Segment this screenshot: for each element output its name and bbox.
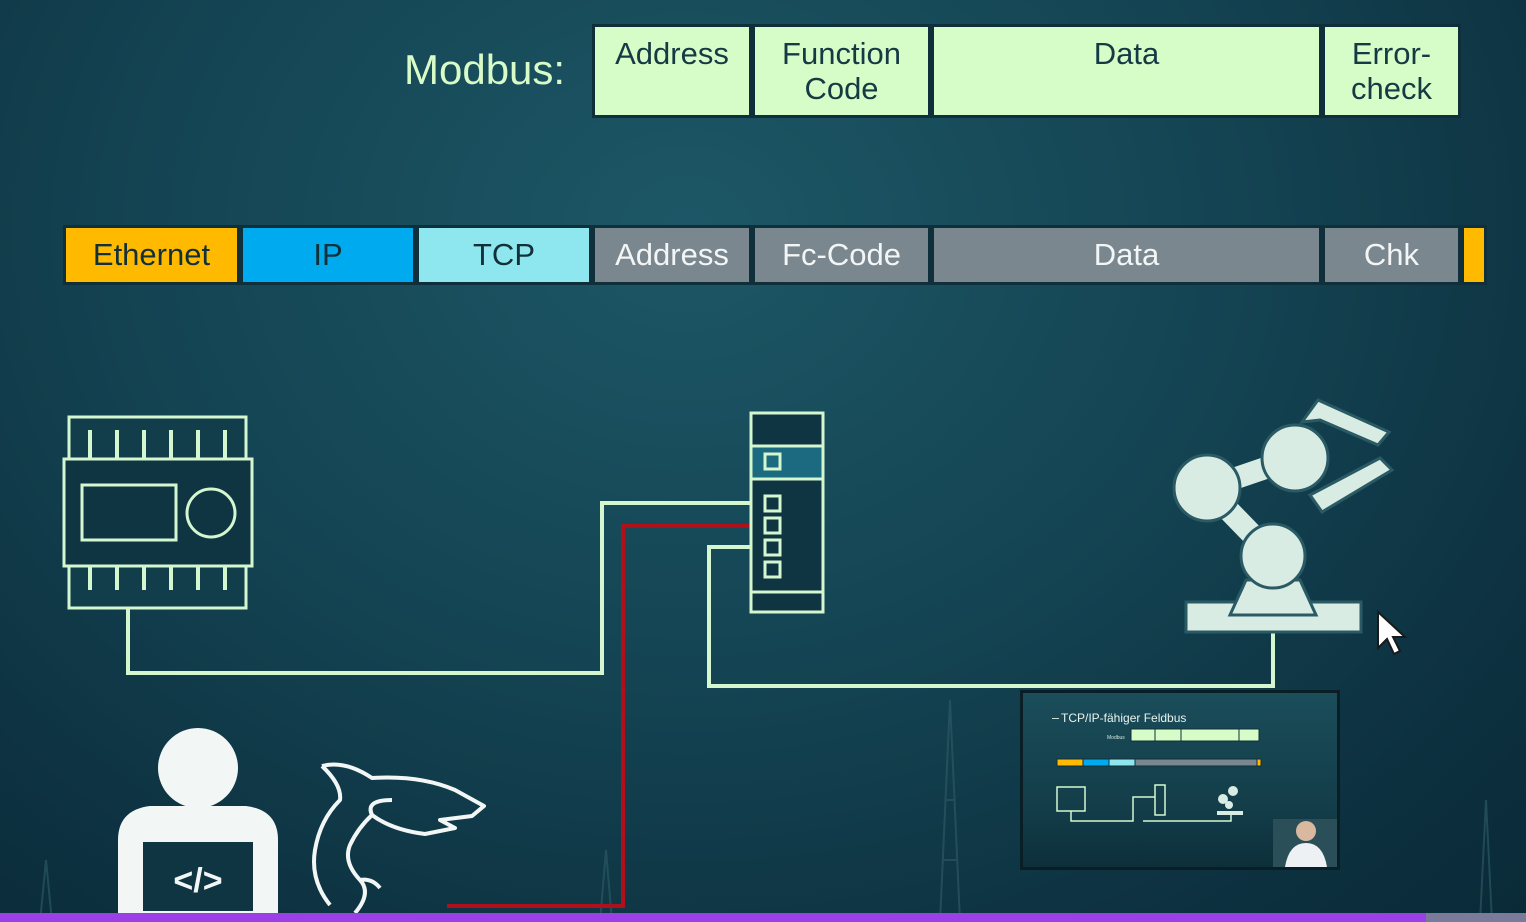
presenter-video-thumbnail[interactable]: TCP/IP-fähiger Feldbus Modbus xyxy=(1020,690,1340,870)
robot-arm-icon xyxy=(1172,398,1395,634)
developer-laptop-icon: </> xyxy=(118,728,278,915)
thumbnail-robot xyxy=(1217,786,1243,815)
wireshark-shark-icon xyxy=(312,762,486,915)
mouse-cursor-icon xyxy=(1377,609,1408,656)
thumbnail-tcp-frame xyxy=(1056,758,1262,767)
svg-text:</>: </> xyxy=(173,862,222,900)
network-switch-icon xyxy=(749,411,825,614)
progress-bar[interactable] xyxy=(0,913,1526,922)
thumbnail-presenter xyxy=(1273,819,1337,867)
network-cables xyxy=(126,501,1275,688)
thumbnail-mini-slide xyxy=(1056,728,1337,867)
slide-canvas: Modbus: Address Function Code Data Error… xyxy=(0,0,1526,922)
plc-controller-icon xyxy=(62,415,254,610)
sniffer-cable xyxy=(447,524,765,908)
progress-bar-track xyxy=(1426,913,1526,922)
thumbnail-diagram xyxy=(1056,784,1232,822)
thumbnail-modbus-frame xyxy=(1130,728,1260,742)
